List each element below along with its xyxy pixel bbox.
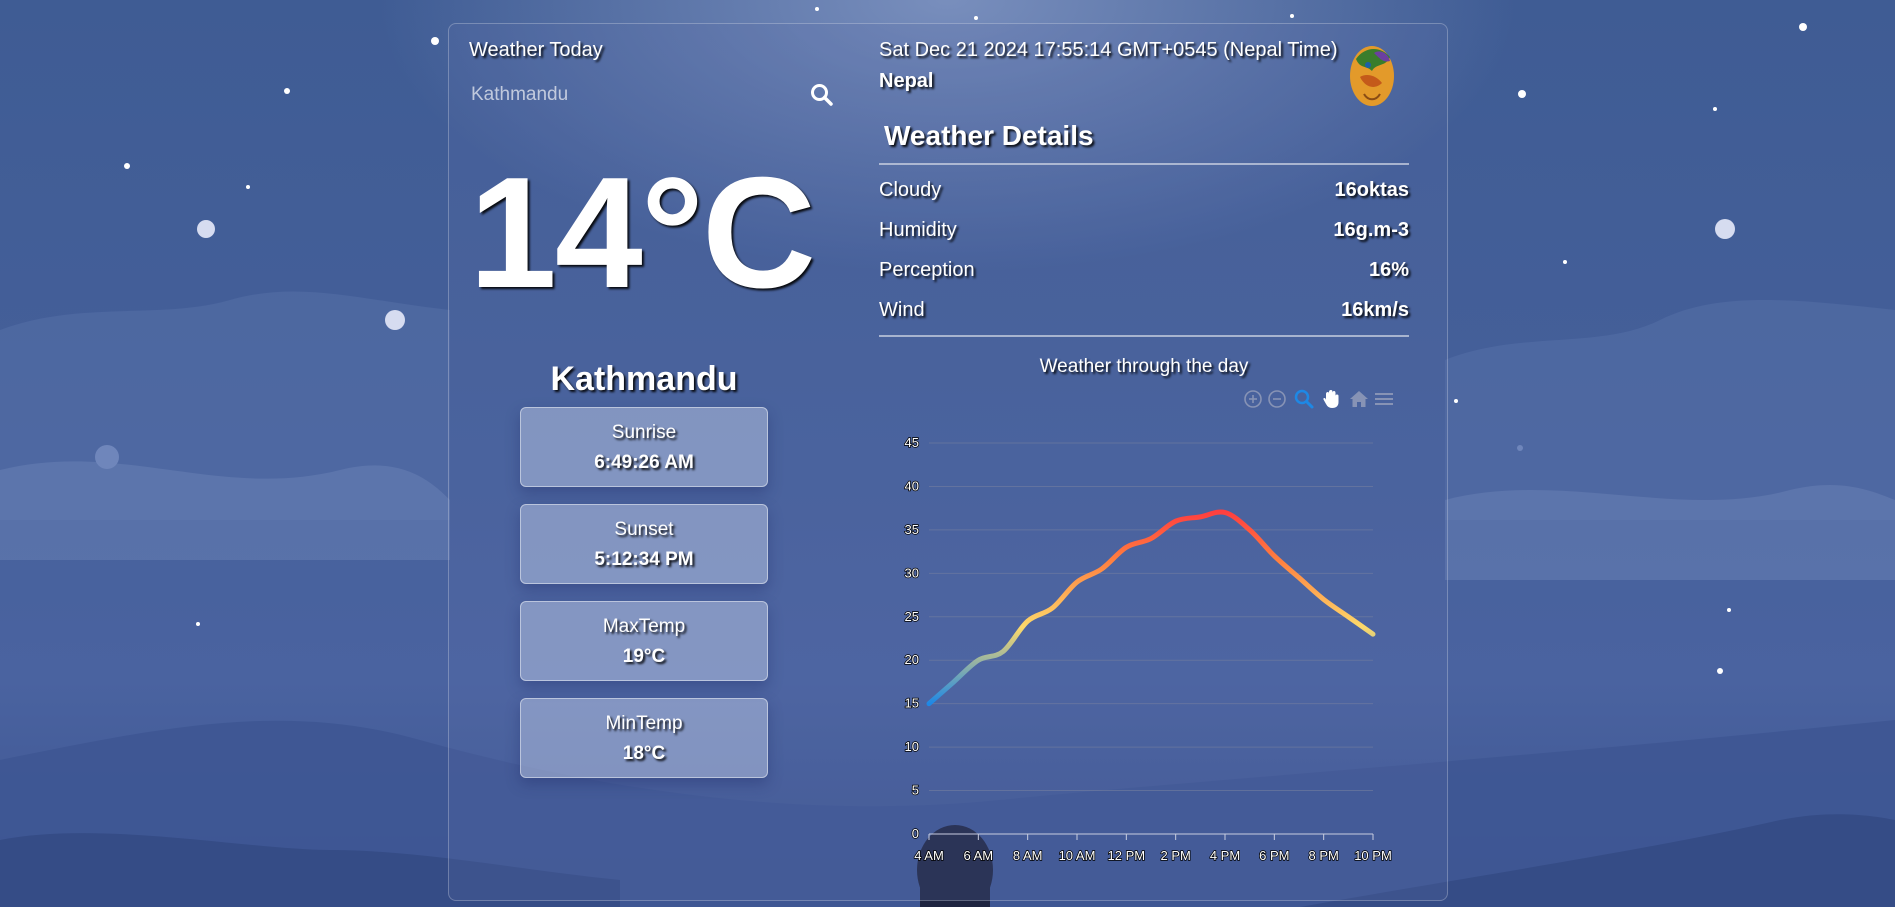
chart-title: Weather through the day — [1039, 356, 1249, 377]
maxtemp-card: MaxTemp 19°C — [520, 601, 768, 681]
x-tick-label: 2 PM — [1160, 848, 1190, 863]
maxtemp-value: 19°C — [622, 646, 666, 667]
x-tick-label: 12 PM — [1108, 848, 1146, 863]
detail-label: Wind — [879, 299, 925, 321]
detail-row-humidity: Humidity 16g.m-3 — [879, 219, 1409, 249]
data-point — [1148, 536, 1154, 542]
home-reset-icon[interactable] — [1348, 388, 1370, 410]
weather-details-title: Weather Details — [884, 120, 1094, 151]
y-tick-label: 20 — [905, 652, 919, 667]
data-point — [1099, 566, 1105, 572]
detail-row-cloudy: Cloudy 16oktas — [879, 179, 1409, 209]
sunset-label: Sunset — [614, 519, 674, 540]
y-tick-label: 0 — [912, 826, 919, 841]
detail-value: 16g.m-3 — [1333, 219, 1409, 241]
data-point — [1025, 618, 1031, 624]
x-tick-label: 6 AM — [964, 848, 994, 863]
y-tick-label: 35 — [905, 522, 919, 537]
data-point — [1247, 527, 1253, 533]
sunrise-value: 6:49:26 AM — [594, 452, 694, 473]
temperature-line-chart: 0 5 10 15 20 25 30 35 40 45 4 AM 6 AM 8 AM 10 AM 12 PM… — [904, 434, 1393, 864]
mintemp-label: MinTemp — [605, 713, 683, 734]
data-point — [1370, 631, 1376, 637]
maxtemp-label: MaxTemp — [602, 616, 686, 637]
sunset-card: Sunset 5:12:34 PM — [520, 504, 768, 584]
detail-label: Cloudy — [879, 179, 942, 201]
x-tick-label: 6 PM — [1259, 848, 1289, 863]
detail-label: Humidity — [879, 219, 957, 241]
data-point — [1074, 579, 1080, 585]
current-temperature: 14°C — [469, 145, 816, 321]
sunset-value: 5:12:34 PM — [594, 549, 694, 570]
y-tick-label: 45 — [905, 435, 919, 450]
detail-row-perception: Perception 16% — [879, 259, 1409, 289]
zoom-out-icon[interactable] — [1266, 388, 1288, 410]
x-tick-label: 8 AM — [1013, 848, 1043, 863]
y-tick-label: 10 — [905, 739, 919, 754]
menu-icon[interactable] — [1373, 388, 1395, 410]
data-point — [1345, 614, 1351, 620]
detail-value: 16oktas — [1334, 179, 1410, 201]
divider-bottom — [879, 335, 1409, 337]
mintemp-card: MinTemp 18°C — [520, 698, 768, 778]
sunrise-card: Sunrise 6:49:26 AM — [520, 407, 768, 487]
y-tick-label: 5 — [912, 783, 919, 798]
search-icon[interactable] — [809, 82, 835, 108]
detail-label: Perception — [879, 259, 975, 281]
y-tick-label: 40 — [905, 478, 919, 493]
data-point — [1321, 596, 1327, 602]
pan-hand-icon[interactable] — [1320, 388, 1342, 410]
search-bar — [469, 76, 833, 114]
x-tick-label: 4 AM — [914, 848, 944, 863]
zoom-in-icon[interactable] — [1242, 388, 1264, 410]
nepal-emblem-logo — [1350, 46, 1394, 106]
data-point — [975, 657, 981, 663]
data-point — [1049, 605, 1055, 611]
x-tick-label: 8 PM — [1308, 848, 1338, 863]
sunrise-label: Sunrise — [611, 422, 677, 443]
y-tick-label: 25 — [905, 609, 919, 624]
city-name: Kathmandu — [550, 360, 738, 398]
x-tick-label: 10 AM — [1059, 848, 1096, 863]
data-point — [926, 701, 932, 707]
mintemp-value: 18°C — [622, 743, 666, 764]
data-point — [1296, 575, 1302, 581]
x-tick-label: 4 PM — [1210, 848, 1240, 863]
detail-value: 16km/s — [1341, 299, 1409, 321]
current-datetime: Sat Dec 21 2024 17:55:14 GMT+0545 (Nepal… — [879, 39, 1338, 61]
y-tick-label: 30 — [905, 565, 919, 580]
zoom-select-icon[interactable] — [1293, 388, 1315, 410]
data-point — [1000, 649, 1006, 655]
search-input[interactable] — [469, 76, 763, 114]
data-point — [951, 679, 957, 685]
data-point — [1271, 553, 1277, 559]
x-tick-label: 10 PM — [1354, 848, 1392, 863]
detail-row-wind: Wind 16km/s — [879, 299, 1409, 329]
data-point — [1173, 518, 1179, 524]
app-title: Weather Today — [469, 39, 603, 61]
weather-card: Weather Today 14°C Kathmandu Sunrise 6:4… — [448, 23, 1448, 901]
data-point — [1197, 514, 1203, 520]
detail-value: 16% — [1368, 259, 1409, 281]
y-tick-label: 15 — [905, 696, 919, 711]
divider-top — [879, 163, 1409, 165]
country-name: Nepal — [879, 70, 934, 92]
data-point — [1222, 510, 1228, 516]
data-point — [1123, 544, 1129, 550]
